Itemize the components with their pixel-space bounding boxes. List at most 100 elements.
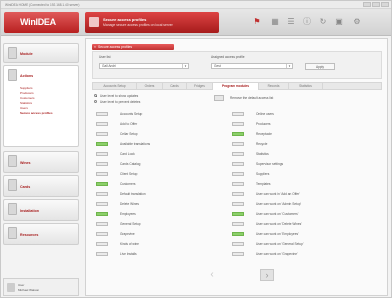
next-page-button[interactable]: › [260, 269, 274, 281]
sidebar-item-installation[interactable]: Installation [3, 199, 79, 221]
permission-toggle[interactable] [96, 182, 108, 186]
grid-icon[interactable]: ▦ [269, 16, 281, 28]
subtab-cards[interactable]: Cards [163, 83, 187, 90]
subtab-orders[interactable]: Orders [137, 83, 163, 90]
permission-toggle[interactable] [96, 152, 108, 156]
permission-toggle[interactable] [96, 222, 108, 226]
main-panel: × Secure access profiles User list Gall … [85, 38, 388, 296]
logo-text: WinIDEA [20, 17, 56, 27]
permission-toggle[interactable] [232, 122, 244, 126]
info-icon[interactable]: ⓘ [301, 16, 313, 28]
list-icon[interactable]: ☰ [285, 16, 297, 28]
previous-page-button[interactable]: ‹ [206, 269, 218, 281]
subtab-program-modules[interactable]: Program modules [213, 83, 259, 90]
subitem-suppliers[interactable]: Suppliers [20, 86, 33, 90]
permission-toggle[interactable] [96, 232, 108, 236]
permission-toggle[interactable] [232, 252, 244, 256]
permission-label: Recycle [256, 142, 268, 146]
permission-toggle[interactable] [232, 182, 244, 186]
close-window-button[interactable] [381, 2, 389, 7]
permission-label: User can work on 'General Setup' [256, 242, 304, 246]
permission-row: User can work on 'General Setup' [232, 241, 362, 248]
permission-row: Kinds of wine [96, 241, 226, 248]
permission-row: Add to Offer [96, 121, 226, 128]
gear-icon[interactable]: ⚙ [351, 16, 363, 28]
subtab-records[interactable]: Records [259, 83, 289, 90]
permission-label: Client Setup [120, 172, 138, 176]
permission-row: Statistics [232, 151, 362, 158]
remove-default-toggle[interactable] [214, 95, 224, 101]
sidebar-item-wines[interactable]: Wines [3, 151, 79, 173]
app-logo: WinIDEA [4, 12, 79, 33]
permission-toggle[interactable] [96, 162, 108, 166]
permission-toggle[interactable] [232, 232, 244, 236]
tab-secure-access-profiles[interactable]: × Secure access profiles [92, 44, 174, 50]
bell-icon[interactable]: ⚑ [251, 16, 263, 28]
resources-icon [8, 227, 17, 239]
maximize-button[interactable] [372, 2, 380, 7]
permission-toggle[interactable] [96, 142, 108, 146]
app-window: WinIDEA HOME (Connected to 192.168.1.40 … [0, 0, 392, 298]
radio-show-updates[interactable] [94, 94, 97, 97]
permission-toggle[interactable] [96, 172, 108, 176]
permission-row: Templates [232, 181, 362, 188]
permission-toggle[interactable] [232, 112, 244, 116]
permission-toggle[interactable] [232, 222, 244, 226]
permission-toggle[interactable] [232, 152, 244, 156]
permission-toggle[interactable] [232, 172, 244, 176]
user-info: User Michael Watson [3, 278, 79, 296]
permission-row: Card Look [96, 151, 226, 158]
minimize-button[interactable] [363, 2, 371, 7]
subitem-users[interactable]: Users [20, 106, 28, 110]
permission-toggle[interactable] [96, 252, 108, 256]
permission-row: Producers [232, 121, 362, 128]
subtab-fridges[interactable]: Fridges [187, 83, 213, 90]
permission-toggle[interactable] [232, 132, 244, 136]
close-tab-icon[interactable]: × [94, 44, 96, 50]
radio-prevent-deletes[interactable] [94, 100, 97, 103]
permission-label: User can work on 'Admin Setup' [256, 202, 302, 206]
sidebar-item-actions[interactable]: Actions Suppliers Producers Customers St… [3, 65, 79, 147]
user-select[interactable]: Gall Andri ▾ [99, 63, 189, 69]
permission-label: Cellar Setup [120, 132, 138, 136]
profile-select[interactable]: Gest ▾ [211, 63, 293, 69]
permission-toggle[interactable] [232, 142, 244, 146]
subtab-accounts-setup[interactable]: Accounts Setup [93, 83, 137, 90]
sidebar-item-module[interactable]: Module [3, 43, 79, 63]
permission-label: Available translations [120, 142, 151, 146]
permission-toggle[interactable] [232, 192, 244, 196]
subitem-customers[interactable]: Customers [20, 96, 35, 100]
subtab-bar: Accounts Setup Orders Cards Fridges Prog… [92, 82, 382, 90]
permission-toggle[interactable] [96, 192, 108, 196]
subitem-producers[interactable]: Producers [20, 91, 34, 95]
permission-toggle[interactable] [96, 242, 108, 246]
permission-row: Accounts Setup [96, 111, 226, 118]
subitem-secure-access-profiles[interactable]: Secure access profiles [20, 111, 53, 115]
permission-label: User can work on 'Delete Wines' [256, 222, 302, 226]
assigned-profile-label: Assigned access profile [211, 55, 245, 59]
permission-toggle[interactable] [232, 242, 244, 246]
permission-label: Live Installs [120, 252, 137, 256]
permission-row: Online users [232, 111, 362, 118]
sidebar-item-cards[interactable]: Cards [3, 175, 79, 197]
permission-toggle[interactable] [96, 212, 108, 216]
wine-bottle-icon [8, 155, 17, 167]
permission-toggle[interactable] [96, 112, 108, 116]
subtab-statistics[interactable]: Statistics [289, 83, 323, 90]
save-icon[interactable]: ▣ [333, 16, 345, 28]
permission-toggle[interactable] [96, 202, 108, 206]
permission-toggle[interactable] [96, 132, 108, 136]
chevron-down-icon: ▾ [182, 64, 188, 68]
permission-toggle[interactable] [232, 202, 244, 206]
user-select-value: Gall Andri [102, 64, 116, 68]
sidebar-item-resources[interactable]: Resources [3, 223, 79, 245]
permission-toggle[interactable] [232, 162, 244, 166]
subitem-statistics[interactable]: Statistics [20, 101, 32, 105]
refresh-icon[interactable]: ↻ [317, 16, 329, 28]
permission-label: User can work on 'Employees' [256, 232, 299, 236]
apply-button[interactable]: Apply [305, 63, 335, 70]
permission-toggle[interactable] [232, 212, 244, 216]
permission-label: Supervisor settings [256, 162, 284, 166]
user-icon [7, 283, 15, 292]
permission-toggle[interactable] [96, 122, 108, 126]
